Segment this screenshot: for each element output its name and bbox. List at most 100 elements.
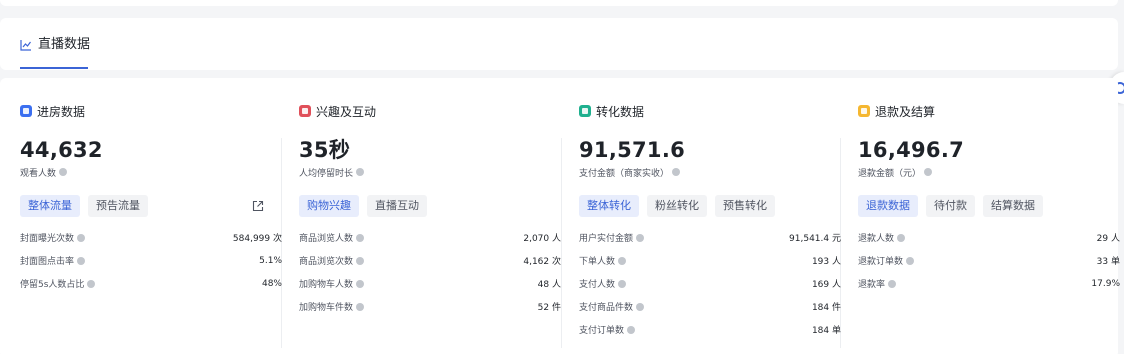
metric-rows: 用户实付金额 91,541.4 元 下单人数 193 人 支付人数 169 人 支付商… [579, 226, 841, 341]
info-icon[interactable] [906, 256, 915, 265]
metric-row: 用户实付金额 91,541.4 元 [579, 226, 841, 249]
user-card-icon [20, 105, 32, 117]
metric-label-text: 人均停留时长 [299, 168, 354, 179]
sub-tabs: 整体转化 粉丝转化 预售转化 [579, 195, 841, 217]
info-icon[interactable] [618, 256, 627, 265]
row-value: 584,999 次 [232, 234, 282, 244]
info-icon[interactable] [356, 302, 365, 311]
info-icon[interactable] [356, 279, 365, 288]
row-label: 商品浏览人数 [299, 234, 354, 244]
line-chart-icon [20, 40, 31, 51]
info-icon[interactable] [897, 233, 906, 242]
section-title: 转化数据 [596, 104, 645, 119]
tab-live-data[interactable]: 直播数据 [20, 36, 90, 70]
row-label: 用户实付金额 [579, 234, 634, 244]
sub-tab-overall-traffic[interactable]: 整体流量 [20, 195, 80, 217]
metric-row: 支付商品件数 184 件 [579, 295, 841, 318]
refund-icon [858, 105, 870, 117]
info-icon[interactable] [59, 168, 68, 176]
avg-stay-value: 35秒 [299, 138, 351, 162]
metric-label-text: 支付金额（商家实收） [579, 168, 670, 179]
top-strip [0, 0, 1124, 18]
info-icon[interactable] [356, 168, 365, 176]
section-conversion: 转化数据 91,571.6 支付金额（商家实收） 整体转化 粉丝转化 预售转化 … [579, 102, 841, 341]
info-icon[interactable] [87, 279, 96, 288]
info-icon[interactable] [356, 256, 365, 265]
metric-rows: 退款人数 29 人 退款订单数 33 单 退款率 17.9% [858, 226, 1120, 295]
refund-amount-value: 16,496.7 [858, 138, 965, 162]
section-room-data: 进房数据 44,632 观看人数 整体流量 预告流量 封面曝光次数 584,999… [20, 102, 282, 295]
tab-label: 直播数据 [38, 37, 91, 52]
row-value: 4,162 次 [523, 257, 561, 267]
sub-tabs: 整体流量 预告流量 [20, 195, 282, 217]
tab-active-underline [20, 67, 88, 69]
row-label: 支付订单数 [579, 326, 625, 336]
row-value: 169 人 [811, 280, 841, 290]
metric-row: 封面曝光次数 584,999 次 [20, 226, 282, 249]
info-icon[interactable] [356, 233, 365, 242]
metric-row: 商品浏览次数 4,162 次 [299, 249, 561, 272]
row-label: 加购物车件数 [299, 303, 354, 313]
sub-tab-pending-payment[interactable]: 待付款 [926, 195, 975, 217]
sub-tab-overall-conversion[interactable]: 整体转化 [579, 195, 639, 217]
row-label: 封面曝光次数 [20, 234, 75, 244]
metric-row: 商品浏览人数 2,070 人 [299, 226, 561, 249]
sub-tab-live-interaction[interactable]: 直播互动 [367, 195, 427, 217]
row-value: 33 单 [1096, 257, 1120, 267]
metric-row: 支付人数 169 人 [579, 272, 841, 295]
sub-tab-presale-conversion[interactable]: 预售转化 [715, 195, 775, 217]
row-value: 2,070 人 [523, 234, 561, 244]
info-icon[interactable] [672, 168, 681, 176]
sub-tab-preview-traffic[interactable]: 预告流量 [88, 195, 148, 217]
row-label: 退款率 [858, 280, 886, 290]
row-label: 下单人数 [579, 257, 616, 267]
info-icon[interactable] [77, 256, 86, 265]
info-icon[interactable] [636, 233, 645, 242]
info-icon[interactable] [924, 168, 933, 176]
info-icon[interactable] [636, 302, 645, 311]
sub-tab-refund-data[interactable]: 退款数据 [858, 195, 918, 217]
section-divider [561, 138, 562, 348]
sub-tabs: 退款数据 待付款 结算数据 [858, 195, 1120, 217]
row-value: 184 单 [811, 326, 841, 336]
info-icon[interactable] [77, 233, 86, 242]
row-value: 184 件 [811, 303, 841, 313]
external-link-icon[interactable] [252, 200, 264, 212]
metric-label-text: 观看人数 [20, 168, 57, 179]
row-value: 48 人 [537, 280, 561, 290]
row-value: 17.9% [1091, 278, 1120, 289]
row-label: 封面图点击率 [20, 257, 75, 267]
info-icon[interactable] [618, 279, 627, 288]
sub-tab-fans-conversion[interactable]: 粉丝转化 [647, 195, 707, 217]
metric-label-text: 退款金额（元） [858, 168, 922, 179]
metric-label: 退款金额（元） [858, 165, 1120, 179]
viewers-value: 44,632 [20, 138, 103, 162]
metric-row: 退款人数 29 人 [858, 226, 1120, 249]
row-value: 29 人 [1096, 234, 1120, 244]
row-value: 52 件 [537, 303, 561, 313]
metric-label: 人均停留时长 [299, 165, 561, 179]
info-icon[interactable] [888, 279, 897, 288]
tabs-card: 直播数据 [0, 18, 1118, 70]
row-label: 支付人数 [579, 280, 616, 290]
metric-row: 退款率 17.9% [858, 272, 1120, 295]
sub-tab-settlement-data[interactable]: 结算数据 [983, 195, 1043, 217]
section-title: 退款及结算 [875, 104, 936, 119]
row-label: 停留5s人数占比 [20, 280, 85, 290]
metric-rows: 封面曝光次数 584,999 次 封面图点击率 5.1% 停留5s人数占比 48% [20, 226, 282, 295]
metric-row: 停留5s人数占比 48% [20, 272, 282, 295]
row-value: 193 人 [811, 257, 841, 267]
row-label: 退款订单数 [858, 257, 904, 267]
sub-tab-shopping-interest[interactable]: 购物兴趣 [299, 195, 359, 217]
payment-amount-value: 91,571.6 [579, 138, 686, 162]
metric-row: 退款订单数 33 单 [858, 249, 1120, 272]
section-header: 转化数据 [579, 102, 841, 120]
metric-row: 下单人数 193 人 [579, 249, 841, 272]
row-label: 退款人数 [858, 234, 895, 244]
metric-label: 观看人数 [20, 165, 282, 179]
metric-row: 加购物车人数 48 人 [299, 272, 561, 295]
section-header: 进房数据 [20, 102, 282, 120]
interaction-icon [299, 105, 311, 117]
top-strip-card [0, 0, 1118, 6]
info-icon[interactable] [627, 325, 636, 334]
